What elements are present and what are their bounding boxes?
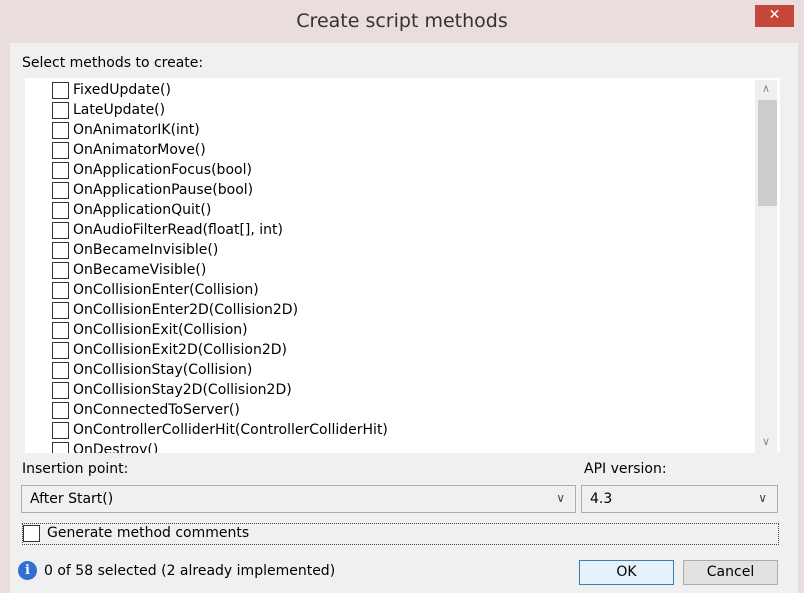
- info-icon: i: [18, 561, 37, 580]
- list-item[interactable]: OnCollisionExit2D(Collision2D): [52, 340, 287, 360]
- list-item[interactable]: OnBecameInvisible(): [52, 240, 218, 260]
- generate-comments-checkbox[interactable]: [23, 525, 40, 542]
- method-label: OnCollisionStay2D(Collision2D): [73, 382, 292, 398]
- chevron-down-icon: ∨: [758, 491, 767, 505]
- method-label: LateUpdate(): [73, 102, 166, 118]
- cancel-button[interactable]: Cancel: [683, 560, 778, 585]
- checkbox[interactable]: [52, 401, 69, 419]
- list-item[interactable]: OnConnectedToServer(): [52, 400, 240, 420]
- close-icon: ✕: [768, 7, 781, 23]
- scroll-up-icon[interactable]: ∧: [755, 80, 777, 98]
- checkbox[interactable]: [52, 221, 69, 239]
- checkbox[interactable]: [52, 161, 69, 179]
- checkbox[interactable]: [52, 121, 69, 139]
- method-label: OnControllerColliderHit(ControllerCollid…: [73, 422, 388, 438]
- method-label: OnApplicationFocus(bool): [73, 162, 252, 178]
- method-label: OnDestroy(): [73, 442, 159, 453]
- checkbox[interactable]: [52, 421, 69, 439]
- checkbox[interactable]: [52, 321, 69, 339]
- methods-label: Select methods to create:: [22, 55, 204, 71]
- generate-comments-label: Generate method comments: [47, 525, 250, 541]
- checkbox[interactable]: [52, 181, 69, 199]
- close-button[interactable]: ✕: [755, 5, 794, 27]
- chevron-down-icon: ∨: [556, 491, 565, 505]
- dialog-window: Create script methods ✕ Select methods t…: [0, 0, 804, 593]
- methods-scrollbar[interactable]: ∧ ∨: [755, 80, 777, 453]
- api-version-value: 4.3: [590, 491, 613, 507]
- list-item[interactable]: OnDestroy(): [52, 440, 158, 453]
- checkbox[interactable]: [52, 201, 69, 219]
- checkbox[interactable]: [52, 141, 69, 159]
- checkbox[interactable]: [52, 241, 69, 259]
- list-item[interactable]: OnApplicationPause(bool): [52, 180, 253, 200]
- method-label: OnCollisionExit2D(Collision2D): [73, 342, 287, 358]
- checkbox[interactable]: [52, 301, 69, 319]
- generate-comments-option[interactable]: Generate method comments: [22, 523, 779, 545]
- list-item[interactable]: OnAnimatorIK(int): [52, 120, 200, 140]
- list-item[interactable]: OnAnimatorMove(): [52, 140, 206, 160]
- api-version-select[interactable]: 4.3 ∨: [581, 485, 778, 513]
- method-label: OnCollisionEnter(Collision): [73, 282, 259, 298]
- list-item[interactable]: OnCollisionEnter2D(Collision2D): [52, 300, 298, 320]
- api-version-label: API version:: [584, 461, 667, 477]
- checkbox[interactable]: [52, 101, 69, 119]
- method-label: OnAnimatorIK(int): [73, 122, 200, 138]
- method-label: OnCollisionStay(Collision): [73, 362, 253, 378]
- method-label: OnApplicationQuit(): [73, 202, 212, 218]
- method-label: OnAnimatorMove(): [73, 142, 206, 158]
- list-item[interactable]: OnControllerColliderHit(ControllerCollid…: [52, 420, 388, 440]
- method-label: OnApplicationPause(bool): [73, 182, 254, 198]
- scroll-thumb[interactable]: [758, 100, 777, 206]
- insertion-point-value: After Start(): [30, 491, 114, 507]
- method-label: FixedUpdate(): [73, 82, 171, 98]
- insertion-point-label: Insertion point:: [22, 461, 129, 477]
- checkbox[interactable]: [52, 441, 69, 453]
- method-label: OnCollisionEnter2D(Collision2D): [73, 302, 299, 318]
- list-item[interactable]: OnCollisionStay(Collision): [52, 360, 252, 380]
- checkbox[interactable]: [52, 281, 69, 299]
- scroll-down-icon[interactable]: ∨: [755, 433, 777, 451]
- ok-button[interactable]: OK: [579, 560, 674, 585]
- list-item[interactable]: FixedUpdate(): [52, 80, 171, 100]
- list-item[interactable]: OnCollisionEnter(Collision): [52, 280, 259, 300]
- method-label: OnConnectedToServer(): [73, 402, 240, 418]
- checkbox[interactable]: [52, 261, 69, 279]
- checkbox[interactable]: [52, 381, 69, 399]
- list-item[interactable]: LateUpdate(): [52, 100, 165, 120]
- checkbox[interactable]: [52, 341, 69, 359]
- title-bar[interactable]: Create script methods ✕: [0, 0, 804, 42]
- dialog-content: Select methods to create: FixedUpdate() …: [10, 43, 798, 593]
- dialog-title: Create script methods: [296, 10, 508, 32]
- list-item[interactable]: OnCollisionExit(Collision): [52, 320, 248, 340]
- selection-status: 0 of 58 selected (2 already implemented): [44, 563, 336, 579]
- method-label: OnBecameVisible(): [73, 262, 207, 278]
- list-item[interactable]: OnAudioFilterRead(float[], int): [52, 220, 283, 240]
- insertion-point-select[interactable]: After Start() ∨: [21, 485, 576, 513]
- checkbox[interactable]: [52, 361, 69, 379]
- list-item[interactable]: OnCollisionStay2D(Collision2D): [52, 380, 292, 400]
- methods-list[interactable]: FixedUpdate() LateUpdate() OnAnimatorIK(…: [25, 78, 780, 453]
- method-label: OnAudioFilterRead(float[], int): [73, 222, 283, 238]
- checkbox[interactable]: [52, 81, 69, 99]
- method-label: OnBecameInvisible(): [73, 242, 219, 258]
- list-item[interactable]: OnApplicationFocus(bool): [52, 160, 252, 180]
- list-item[interactable]: OnBecameVisible(): [52, 260, 206, 280]
- method-label: OnCollisionExit(Collision): [73, 322, 248, 338]
- list-item[interactable]: OnApplicationQuit(): [52, 200, 211, 220]
